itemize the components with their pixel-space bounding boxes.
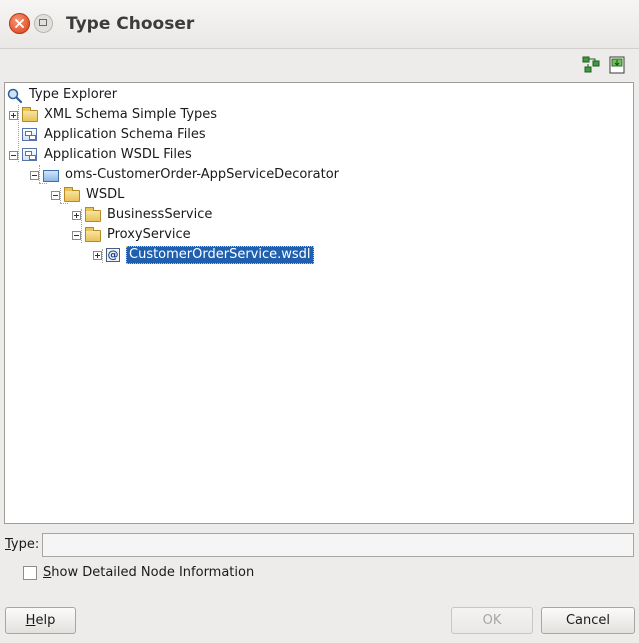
collapse-toggle[interactable] [30,170,39,180]
cancel-button[interactable]: Cancel [541,607,635,634]
help-button[interactable]: Help [5,607,76,634]
tree-item-label: Application Schema Files [44,127,206,142]
checkbox-label: Show Detailed Node Information [43,565,255,580]
tree-item-label: WSDL [86,187,125,202]
tree-item-application-schema-files[interactable]: Application Schema Files [22,125,208,145]
collapse-toggle[interactable] [51,190,60,200]
show-detailed-node-info-checkbox[interactable]: Show Detailed Node Information [23,565,254,580]
type-explorer-tree[interactable]: Type Explorer XML Schema Simple Types Ap… [4,82,634,524]
collapse-toggle[interactable] [9,150,18,160]
type-input[interactable] [42,533,634,557]
schema-icon [22,128,38,142]
tree-item-label: Application WSDL Files [44,147,192,162]
title-bar: Type Chooser [0,0,639,49]
tree-item-label: ProxyService [107,227,191,242]
tree-item-project[interactable]: oms-CustomerOrder-AppServiceDecorator [30,165,341,185]
folder-icon [85,207,101,222]
tree-item-label: XML Schema Simple Types [44,107,218,122]
close-icon [15,19,24,28]
tree-item-application-wsdl-files[interactable]: Application WSDL Files [9,145,194,165]
tree-item-proxy-service[interactable]: ProxyService [72,225,193,245]
tree-item-label: Type Explorer [29,87,118,102]
tree-item-label: oms-CustomerOrder-AppServiceDecorator [65,167,340,182]
tree-item-wsdl[interactable]: WSDL [51,185,126,205]
tree-item-business-service[interactable]: BusinessService [72,205,214,225]
schema-icon [22,148,38,162]
folder-icon [22,107,38,122]
tree-item-label: BusinessService [107,207,213,222]
maximize-icon [39,19,47,26]
expand-toggle[interactable] [72,210,81,220]
expand-toggle[interactable] [93,250,102,260]
tree-item-label-selected: CustomerOrderService.wsdl [126,246,314,264]
expand-toggle[interactable] [9,110,18,120]
window-title: Type Chooser [66,14,195,34]
search-icon [7,88,23,104]
collapse-toggle[interactable] [72,230,81,240]
tree-item-xml-schema-simple-types[interactable]: XML Schema Simple Types [9,105,219,125]
wsdl-icon: @ [106,248,120,262]
project-folder-icon [43,168,59,182]
close-window-button[interactable] [9,13,30,34]
hierarchy-icon[interactable] [582,56,602,74]
tree-item-type-explorer[interactable]: Type Explorer [7,85,119,105]
tree-item-customer-order-service-wsdl[interactable]: @ CustomerOrderService.wsdl [93,245,314,265]
folder-icon [64,187,80,202]
import-icon[interactable] [608,56,628,74]
maximize-window-button[interactable] [34,14,53,33]
ok-button[interactable]: OK [451,607,533,634]
folder-icon [85,227,101,242]
type-label: Type: [5,537,40,552]
checkbox-box[interactable] [23,565,37,580]
